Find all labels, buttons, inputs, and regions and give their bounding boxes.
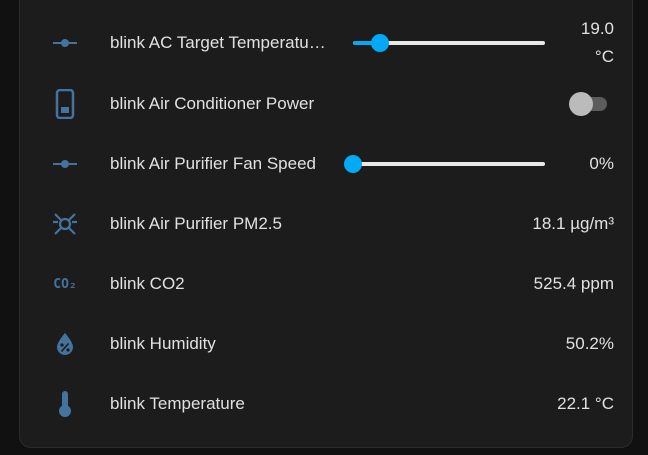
slider-track [353,162,545,166]
entity-value: 22.1 °C [557,394,614,413]
entity-name: blink Air Purifier PM2.5 [110,214,282,233]
value-unit: °C [594,47,614,66]
molecule-icon [49,208,81,240]
slider-icon [49,27,81,59]
entity-name: blink Humidity [110,334,216,353]
entity-name: blink AC Target Temperatu… [110,33,326,52]
entity-name: blink Air Purifier Fan Speed [110,154,316,173]
entity-value: 50.2% [565,334,614,353]
slider-thumb[interactable] [370,34,389,52]
slider-thumb[interactable] [344,155,362,173]
purifier-fan-speed-slider[interactable] [344,154,545,174]
entity-name: blink CO2 [110,274,185,293]
co2-icon: CO₂ [49,268,81,300]
ac-power-toggle[interactable] [569,92,607,116]
co2-icon-text: CO₂ [53,276,77,292]
entity-row-purifier-fan-speed[interactable]: blink Air Purifier Fan Speed 0% [20,134,632,194]
value-number: 19.0 [580,19,614,38]
entity-value: 0% [589,154,614,173]
entity-row-ac-power[interactable]: blink Air Conditioner Power [20,74,632,134]
entity-row-purifier-pm25[interactable]: blink Air Purifier PM2.5 18.1 µg/m³ [20,194,632,254]
entity-row-humidity[interactable]: blink Humidity 50.2% [20,314,632,374]
entity-row-ac-target-temperature[interactable]: blink AC Target Temperatu… 19.0 °C [20,13,632,73]
water-percent-icon [49,328,81,360]
slider-icon [49,148,81,180]
entity-row-temperature[interactable]: blink Temperature 22.1 °C [20,374,632,434]
entities-card: blink AC Target Temperatu… 19.0 °C blink… [19,0,633,448]
ac-target-temperature-slider[interactable] [353,33,545,53]
entity-value: 18.1 µg/m³ [532,214,614,233]
entity-value: 525.4 ppm [533,274,614,293]
toggle-thumb [569,92,593,116]
entity-row-co2[interactable]: CO₂ blink CO2 525.4 ppm [20,254,632,314]
entity-value: 19.0 °C [581,15,614,71]
phone-icon [49,88,81,120]
thermometer-icon [49,388,81,420]
entity-name: blink Temperature [110,394,245,413]
entity-name: blink Air Conditioner Power [110,94,315,113]
